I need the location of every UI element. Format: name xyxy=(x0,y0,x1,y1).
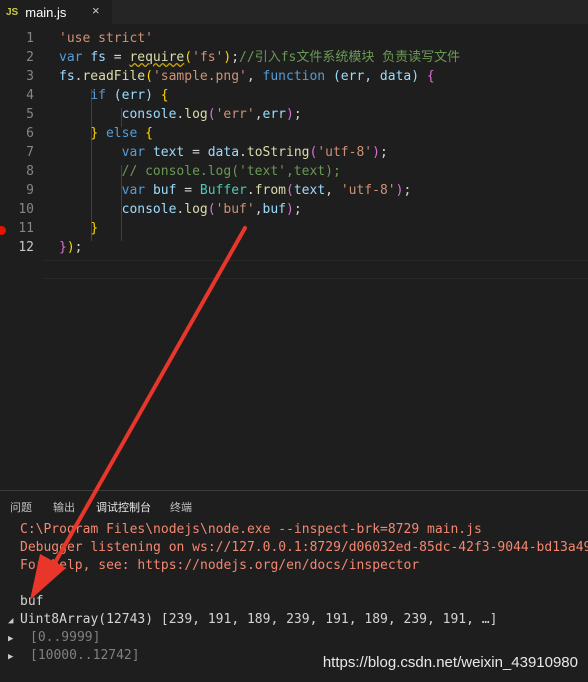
string-literal: 'fs' xyxy=(192,50,224,65)
identifier: err xyxy=(262,107,287,122)
keyword: if xyxy=(90,88,106,103)
console-output-line: For help, see: https://nodejs.org/en/doc… xyxy=(20,558,420,573)
array-summary[interactable]: Uint8Array(12743) [239, 191, 189, 239, 1… xyxy=(20,611,497,629)
expanded-arrow-icon[interactable]: ◢ xyxy=(8,616,13,626)
identifier: text xyxy=(293,183,326,198)
panel-tab-bar: 问题 输出 调试控制台 终端 xyxy=(0,491,588,519)
line-number: 8 xyxy=(26,164,34,179)
console-output-line: Debugger listening on ws://127.0.0.1:872… xyxy=(20,540,588,555)
parameters: (err, data) xyxy=(332,69,420,84)
identifier: console xyxy=(121,107,177,122)
tab-filename: main.js xyxy=(25,4,67,20)
line-number: 7 xyxy=(26,145,34,160)
comment: //引入fs文件系统模块 负责读写文件 xyxy=(239,50,461,65)
watermark: https://blog.csdn.net/weixin_43910980 xyxy=(322,654,578,671)
code-line-3: fs.readFile('sample.png', function (err,… xyxy=(59,69,435,84)
keyword: var xyxy=(59,50,83,65)
code-line-11: } xyxy=(90,221,99,236)
line-number: 3 xyxy=(26,69,34,84)
string-literal: 'err' xyxy=(215,107,255,122)
keyword: function xyxy=(262,69,326,84)
code-line-6: } else { xyxy=(90,126,153,141)
identifier: fs xyxy=(59,69,75,84)
keyword: else xyxy=(105,126,138,141)
current-line-highlight xyxy=(44,260,588,279)
close-tab-icon[interactable]: × xyxy=(92,3,100,18)
string-literal: 'use strict' xyxy=(59,31,153,46)
code-line-7: var text = data.toString('utf-8'); xyxy=(121,145,388,160)
function-name: log xyxy=(184,202,208,217)
function-name: require xyxy=(129,50,185,65)
identifier: text xyxy=(152,145,185,160)
tab-problems[interactable]: 问题 xyxy=(10,499,32,515)
comment: // console.log('text',text); xyxy=(121,164,341,179)
code-line-5: console.log('err',err); xyxy=(121,107,302,122)
javascript-file-icon: JS xyxy=(6,6,19,18)
string-literal: 'utf-8' xyxy=(340,183,396,198)
line-number: 5 xyxy=(26,107,34,122)
class-name: Buffer xyxy=(199,183,247,198)
keyword: var xyxy=(121,145,146,160)
console-log-label: buf xyxy=(20,594,44,609)
tab-terminal[interactable]: 终端 xyxy=(170,499,192,515)
identifier: console xyxy=(121,202,177,217)
function-name: toString xyxy=(246,145,310,160)
tab-main-js[interactable]: JS main.js × xyxy=(0,0,112,24)
tab-debug-console[interactable]: 调试控制台 xyxy=(96,499,151,515)
string-literal: 'utf-8' xyxy=(317,145,373,160)
code-line-2: var fs = require('fs');//引入fs文件系统模块 负责读写… xyxy=(59,50,461,65)
condition: (err) xyxy=(113,88,153,103)
tab-output[interactable]: 输出 xyxy=(53,499,75,515)
code-line-8: // console.log('text',text); xyxy=(59,162,341,181)
string-literal: 'buf' xyxy=(215,202,255,217)
function-name: log xyxy=(184,107,208,122)
console-output-line: C:\Program Files\nodejs\node.exe --inspe… xyxy=(20,522,482,537)
identifier: buf xyxy=(152,183,177,198)
function-name: readFile xyxy=(82,69,146,84)
array-range-item[interactable]: [0..9999] xyxy=(30,630,100,645)
array-range-item[interactable]: [10000..12742] xyxy=(30,648,140,663)
code-line-1: 'use strict' xyxy=(59,29,153,48)
code-line-4: if (err) { xyxy=(90,88,169,103)
line-number: 4 xyxy=(26,88,34,103)
operator: = xyxy=(105,50,130,65)
line-number: 12 xyxy=(18,240,34,255)
code-editor[interactable]: 1 2 3 4 5 6 7 8 9 10 11 12 'use strict' … xyxy=(0,24,588,484)
code-line-9: var buf = Buffer.from(text, 'utf-8'); xyxy=(121,183,412,198)
identifier: fs xyxy=(90,50,106,65)
editor-tab-bar: JS main.js × xyxy=(0,0,588,24)
code-line-10: console.log('buf',buf); xyxy=(121,202,302,217)
keyword: var xyxy=(121,183,146,198)
collapsed-arrow-icon[interactable]: ▶ xyxy=(8,634,13,644)
string-literal: 'sample.png' xyxy=(152,69,247,84)
collapsed-arrow-icon[interactable]: ▶ xyxy=(8,652,13,662)
line-number: 1 xyxy=(26,31,34,46)
function-name: from xyxy=(254,183,287,198)
identifier: data xyxy=(207,145,240,160)
code-line-12: }); xyxy=(59,240,83,255)
line-number: 11 xyxy=(18,221,34,236)
line-number: 10 xyxy=(18,202,34,217)
line-number: 9 xyxy=(26,183,34,198)
line-number: 2 xyxy=(26,50,34,65)
line-number: 6 xyxy=(26,126,34,141)
identifier: buf xyxy=(262,202,287,217)
